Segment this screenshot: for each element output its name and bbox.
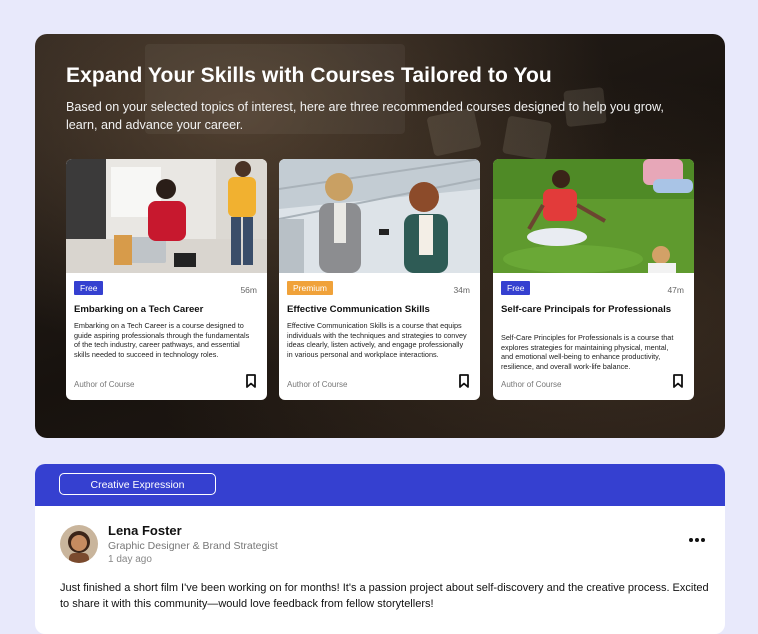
post-topic-header: Creative Expression: [35, 464, 725, 506]
more-horizontal-icon[interactable]: [687, 534, 707, 546]
course-description: Embarking on a Tech Career is a course d…: [74, 321, 250, 359]
course-image: [279, 159, 480, 273]
free-badge: Free: [501, 281, 531, 295]
course-card[interactable]: Free 47m Self-care Principals for Profes…: [493, 159, 694, 400]
bookmark-icon[interactable]: [672, 374, 684, 388]
course-author[interactable]: Author of Course: [74, 380, 134, 389]
course-title[interactable]: Self-care Principals for Professionals: [501, 304, 683, 316]
course-author[interactable]: Author of Course: [287, 380, 347, 389]
author-name[interactable]: Lena Foster: [108, 523, 182, 538]
course-title[interactable]: Embarking on a Tech Career: [74, 304, 256, 316]
course-image: [493, 159, 694, 273]
premium-badge: Premium: [287, 281, 334, 295]
community-post: Creative Expression Lena Foster Graphic …: [35, 464, 725, 634]
recommended-courses-hero: Expand Your Skills with Courses Tailored…: [35, 34, 725, 438]
course-duration: 47m: [667, 285, 684, 295]
course-author[interactable]: Author of Course: [501, 380, 561, 389]
hero-title: Expand Your Skills with Courses Tailored…: [66, 64, 552, 87]
bookmark-icon[interactable]: [245, 374, 257, 388]
author-role: Graphic Designer & Brand Strategist: [108, 540, 278, 552]
post-timestamp: 1 day ago: [108, 554, 152, 565]
hero-subtitle: Based on your selected topics of interes…: [66, 100, 664, 132]
avatar[interactable]: [60, 525, 98, 563]
post-text: Just finished a short film I've been wor…: [60, 582, 709, 610]
course-description: Self-Care Principles for Professionals i…: [501, 333, 674, 371]
course-duration: 34m: [453, 285, 470, 295]
bookmark-icon[interactable]: [458, 374, 470, 388]
course-image: [66, 159, 267, 273]
course-description: Effective Communication Skills is a cour…: [287, 321, 467, 359]
course-title[interactable]: Effective Communication Skills: [287, 304, 469, 316]
topic-button[interactable]: Creative Expression: [59, 473, 216, 495]
free-badge: Free: [74, 281, 104, 295]
course-card[interactable]: Free 56m Embarking on a Tech Career Emba…: [66, 159, 267, 400]
course-duration: 56m: [240, 285, 257, 295]
course-card[interactable]: Premium 34m Effective Communication Skil…: [279, 159, 480, 400]
